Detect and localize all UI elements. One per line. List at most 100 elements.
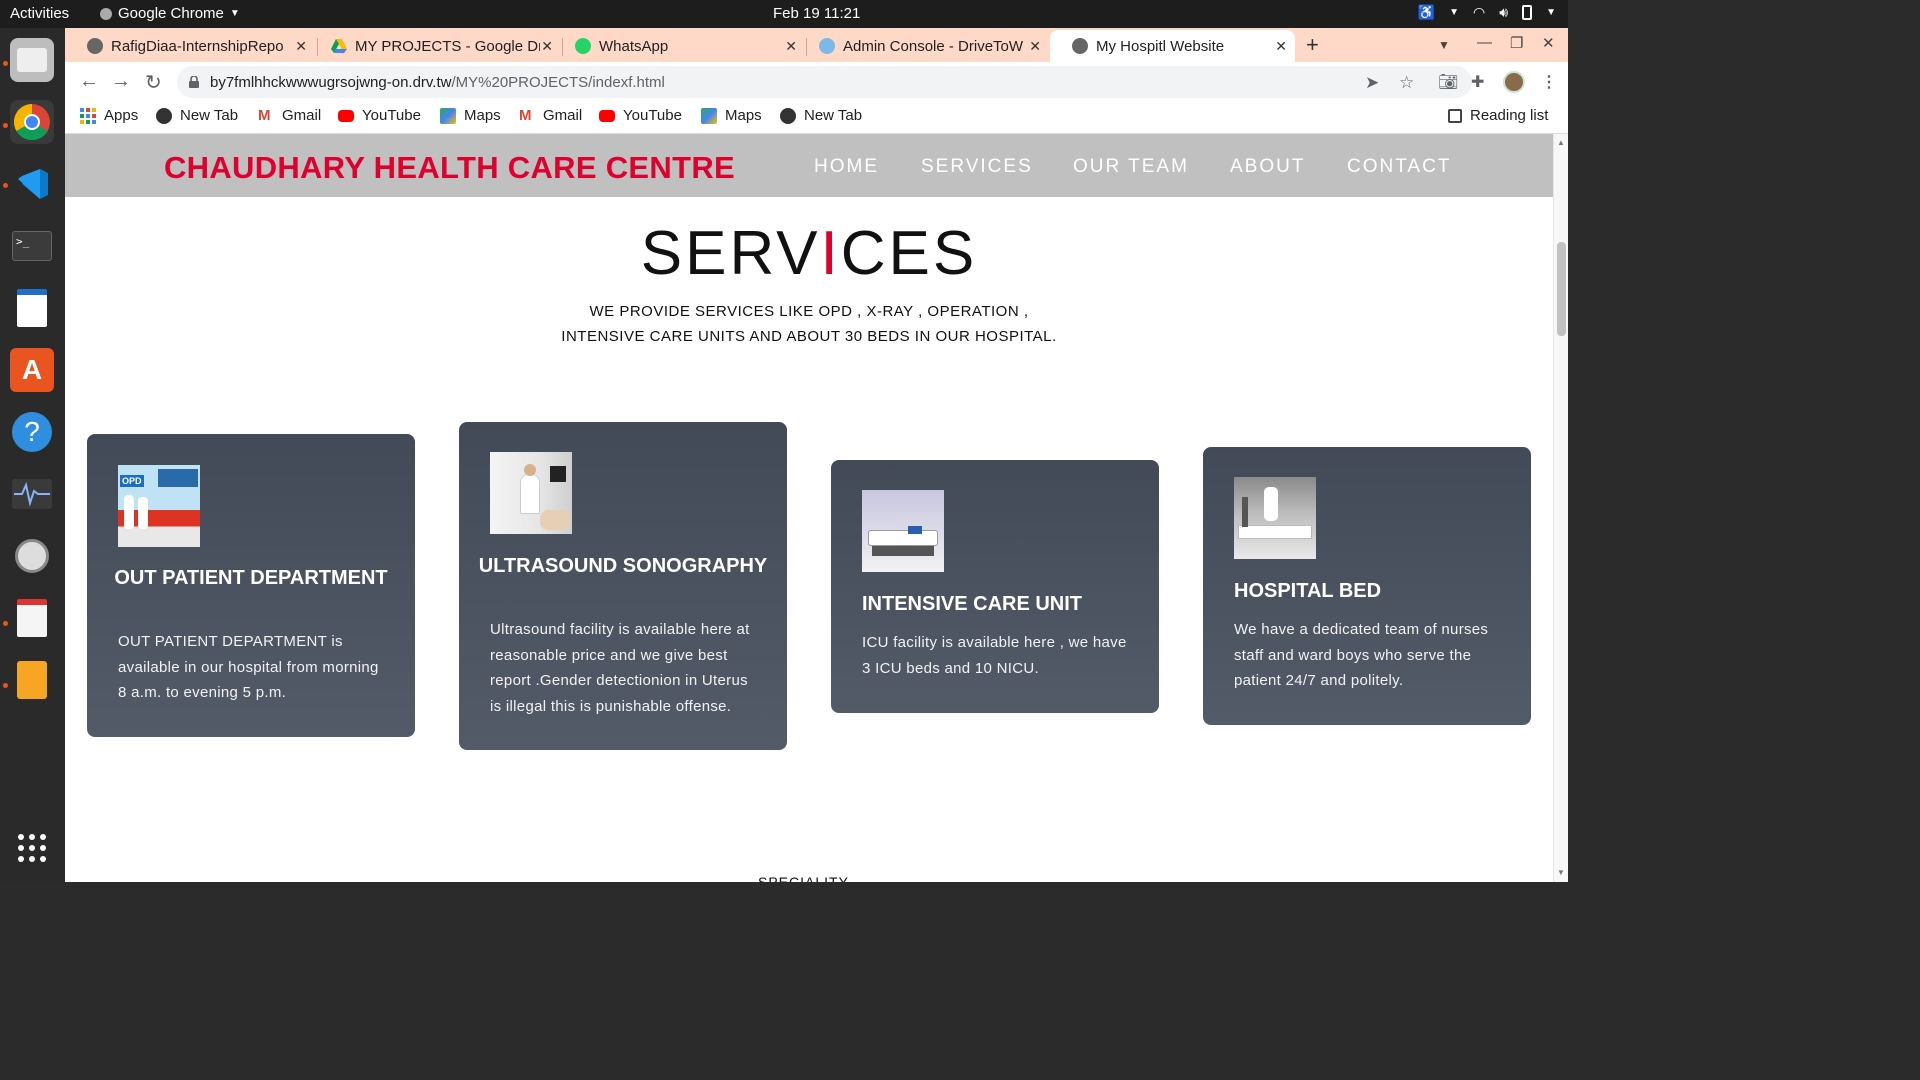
system-monitor-icon[interactable] [10,472,54,516]
card-title: OUT PATIENT DEPARTMENT [114,567,388,589]
chrome-icon[interactable] [10,100,54,144]
gmail-icon: M [519,106,532,124]
nav-about[interactable]: ABOUT [1230,156,1305,178]
bookmark-star-icon[interactable]: ☆ [1399,73,1414,93]
disk-icon[interactable] [10,534,54,578]
software-center-icon[interactable]: A [10,348,54,392]
close-icon[interactable]: ✕ [295,38,307,55]
back-icon[interactable]: ← [79,70,99,93]
reading-list-label: Reading list [1470,107,1549,124]
extensions-icon[interactable]: ✚ [1471,72,1484,92]
apps-grid-icon [80,107,96,124]
chevron-down-icon: ▼ [1449,7,1460,18]
youtube-icon [338,109,354,122]
activities-button[interactable]: Activities [10,5,69,22]
services-heading: SERVICES [65,218,1553,289]
card-title: HOSPITAL BED [1234,580,1382,602]
new-tab-button[interactable]: + [1306,32,1319,58]
bookmark-label: Gmail [282,107,322,124]
bookmark-youtube[interactable]: YouTube [599,107,682,124]
accessibility-icon[interactable]: ♿ [1418,4,1435,21]
chevron-down-icon: ▼ [229,8,240,19]
vscode-icon[interactable] [10,162,54,206]
close-icon[interactable]: ✕ [541,38,553,55]
tab-google-drive[interactable]: MY PROJECTS - Google Drive ✕ [309,30,561,62]
document-viewer-icon[interactable] [10,596,54,640]
reading-list-button[interactable]: Reading list [1448,107,1548,124]
scroll-up-icon[interactable]: ▲ [1557,138,1565,147]
writer-icon[interactable] [10,286,54,330]
nav-home[interactable]: HOME [814,156,879,178]
close-icon[interactable]: ✕ [1029,38,1041,55]
bookmark-label: Apps [104,107,139,124]
forward-icon[interactable]: → [111,70,131,93]
heading-part: SERV [640,219,821,288]
tab-whatsapp[interactable]: WhatsApp ✕ [553,30,805,62]
nav-services[interactable]: SERVICES [921,156,1033,178]
service-card-ultrasound: ULTRASOUND SONOGRAPHY Ultrasound facilit… [459,422,787,750]
send-icon[interactable]: ➤ [1365,73,1379,93]
running-indicator [3,183,8,188]
globe-icon [780,107,796,124]
ultrasound-photo [490,452,572,534]
tab-my-hospital-website[interactable]: My Hospitl Website ✕ [1050,30,1295,62]
bookmark-label: YouTube [362,107,421,124]
globe-icon [156,107,172,124]
minimize-icon[interactable]: — [1477,34,1492,51]
bookmark-new-tab[interactable]: New Tab [156,107,238,124]
bookmark-maps[interactable]: Maps [440,107,501,124]
terminal-icon[interactable]: >_ [10,224,54,268]
app-menu-label: Google Chrome [118,5,224,22]
card-body: Ultrasound facility is available here at… [490,621,750,715]
avatar[interactable] [1503,71,1525,93]
page-scrollbar[interactable]: ▲ ▼ [1553,134,1568,882]
close-icon[interactable]: ✕ [785,38,797,55]
site-brand[interactable]: CHAUDHARY HEALTH CARE CENTRE [164,150,735,186]
icu-photo [862,490,944,572]
bookmark-apps[interactable]: Apps [80,107,138,124]
menu-icon[interactable]: ⋮ [1541,72,1557,92]
system-tray[interactable]: ♿ ▼ ◠ 🔊︎ ▼ [1418,4,1556,21]
bookmark-new-tab[interactable]: New Tab [780,107,862,124]
tab-admin-console[interactable]: Admin Console - DriveToWeb ✕ [797,30,1049,62]
help-icon[interactable]: ? [10,410,54,454]
window-close-icon[interactable]: ✕ [1542,34,1555,52]
maximize-icon[interactable]: ❐ [1510,34,1523,52]
url-host: by7fmlhhckwwwugrsojwng-on.drv.tw [210,74,452,91]
show-apps-icon[interactable] [10,826,54,870]
nav-our-team[interactable]: OUR TEAM [1073,156,1189,178]
clock[interactable]: Feb 19 11:21 [773,5,860,22]
bookmark-gmail[interactable]: M Gmail [258,107,321,124]
opd-photo: OPD [118,465,200,547]
system-top-bar: Activities Google Chrome ▼ Feb 19 11:21 … [0,0,1568,28]
bookmark-gmail[interactable]: M Gmail [519,107,582,124]
bookmark-label: New Tab [180,107,239,124]
files-icon[interactable] [10,38,54,82]
service-card-hospital-bed: HOSPITAL BED We have a dedicated team of… [1203,447,1531,725]
bookmark-youtube[interactable]: YouTube [338,107,421,124]
image-viewer-icon[interactable] [10,658,54,702]
bookmark-label: YouTube [623,107,682,124]
scroll-down-icon[interactable]: ▼ [1557,868,1565,877]
nav-contact[interactable]: CONTACT [1347,156,1451,178]
page-viewport: CHAUDHARY HEALTH CARE CENTRE HOME SERVIC… [65,134,1553,882]
tab-search-icon[interactable]: ▼ [1438,38,1450,52]
tab-title: My Hospitl Website [1096,37,1225,55]
reload-icon[interactable]: ↻ [145,70,162,95]
bookmark-label: Maps [725,107,762,124]
address-bar[interactable]: by7fmlhhckwwwugrsojwng-on.drv.tw/MY%20PR… [177,66,1472,98]
card-body: We have a dedicated team of nurses staff… [1234,621,1489,689]
bookmark-label: New Tab [804,107,863,124]
chrome-small-icon [100,7,112,20]
scroll-thumb[interactable] [1557,242,1566,336]
url-path: /MY%20PROJECTS/indexf.html [451,74,665,91]
volume-icon: 🔊︎ [1499,4,1509,20]
tab-title: MY PROJECTS - Google Drive [355,37,540,55]
battery-icon [1522,5,1533,20]
whatsapp-icon [575,38,591,54]
tab-internship-repo[interactable]: RafigDiaa-InternshipRepo ✕ [65,30,315,62]
camera-icon[interactable]: 📷︎ [1438,72,1458,92]
app-menu[interactable]: Google Chrome ▼ [100,5,240,22]
bookmark-maps[interactable]: Maps [701,107,762,124]
close-icon[interactable]: ✕ [1275,38,1287,55]
